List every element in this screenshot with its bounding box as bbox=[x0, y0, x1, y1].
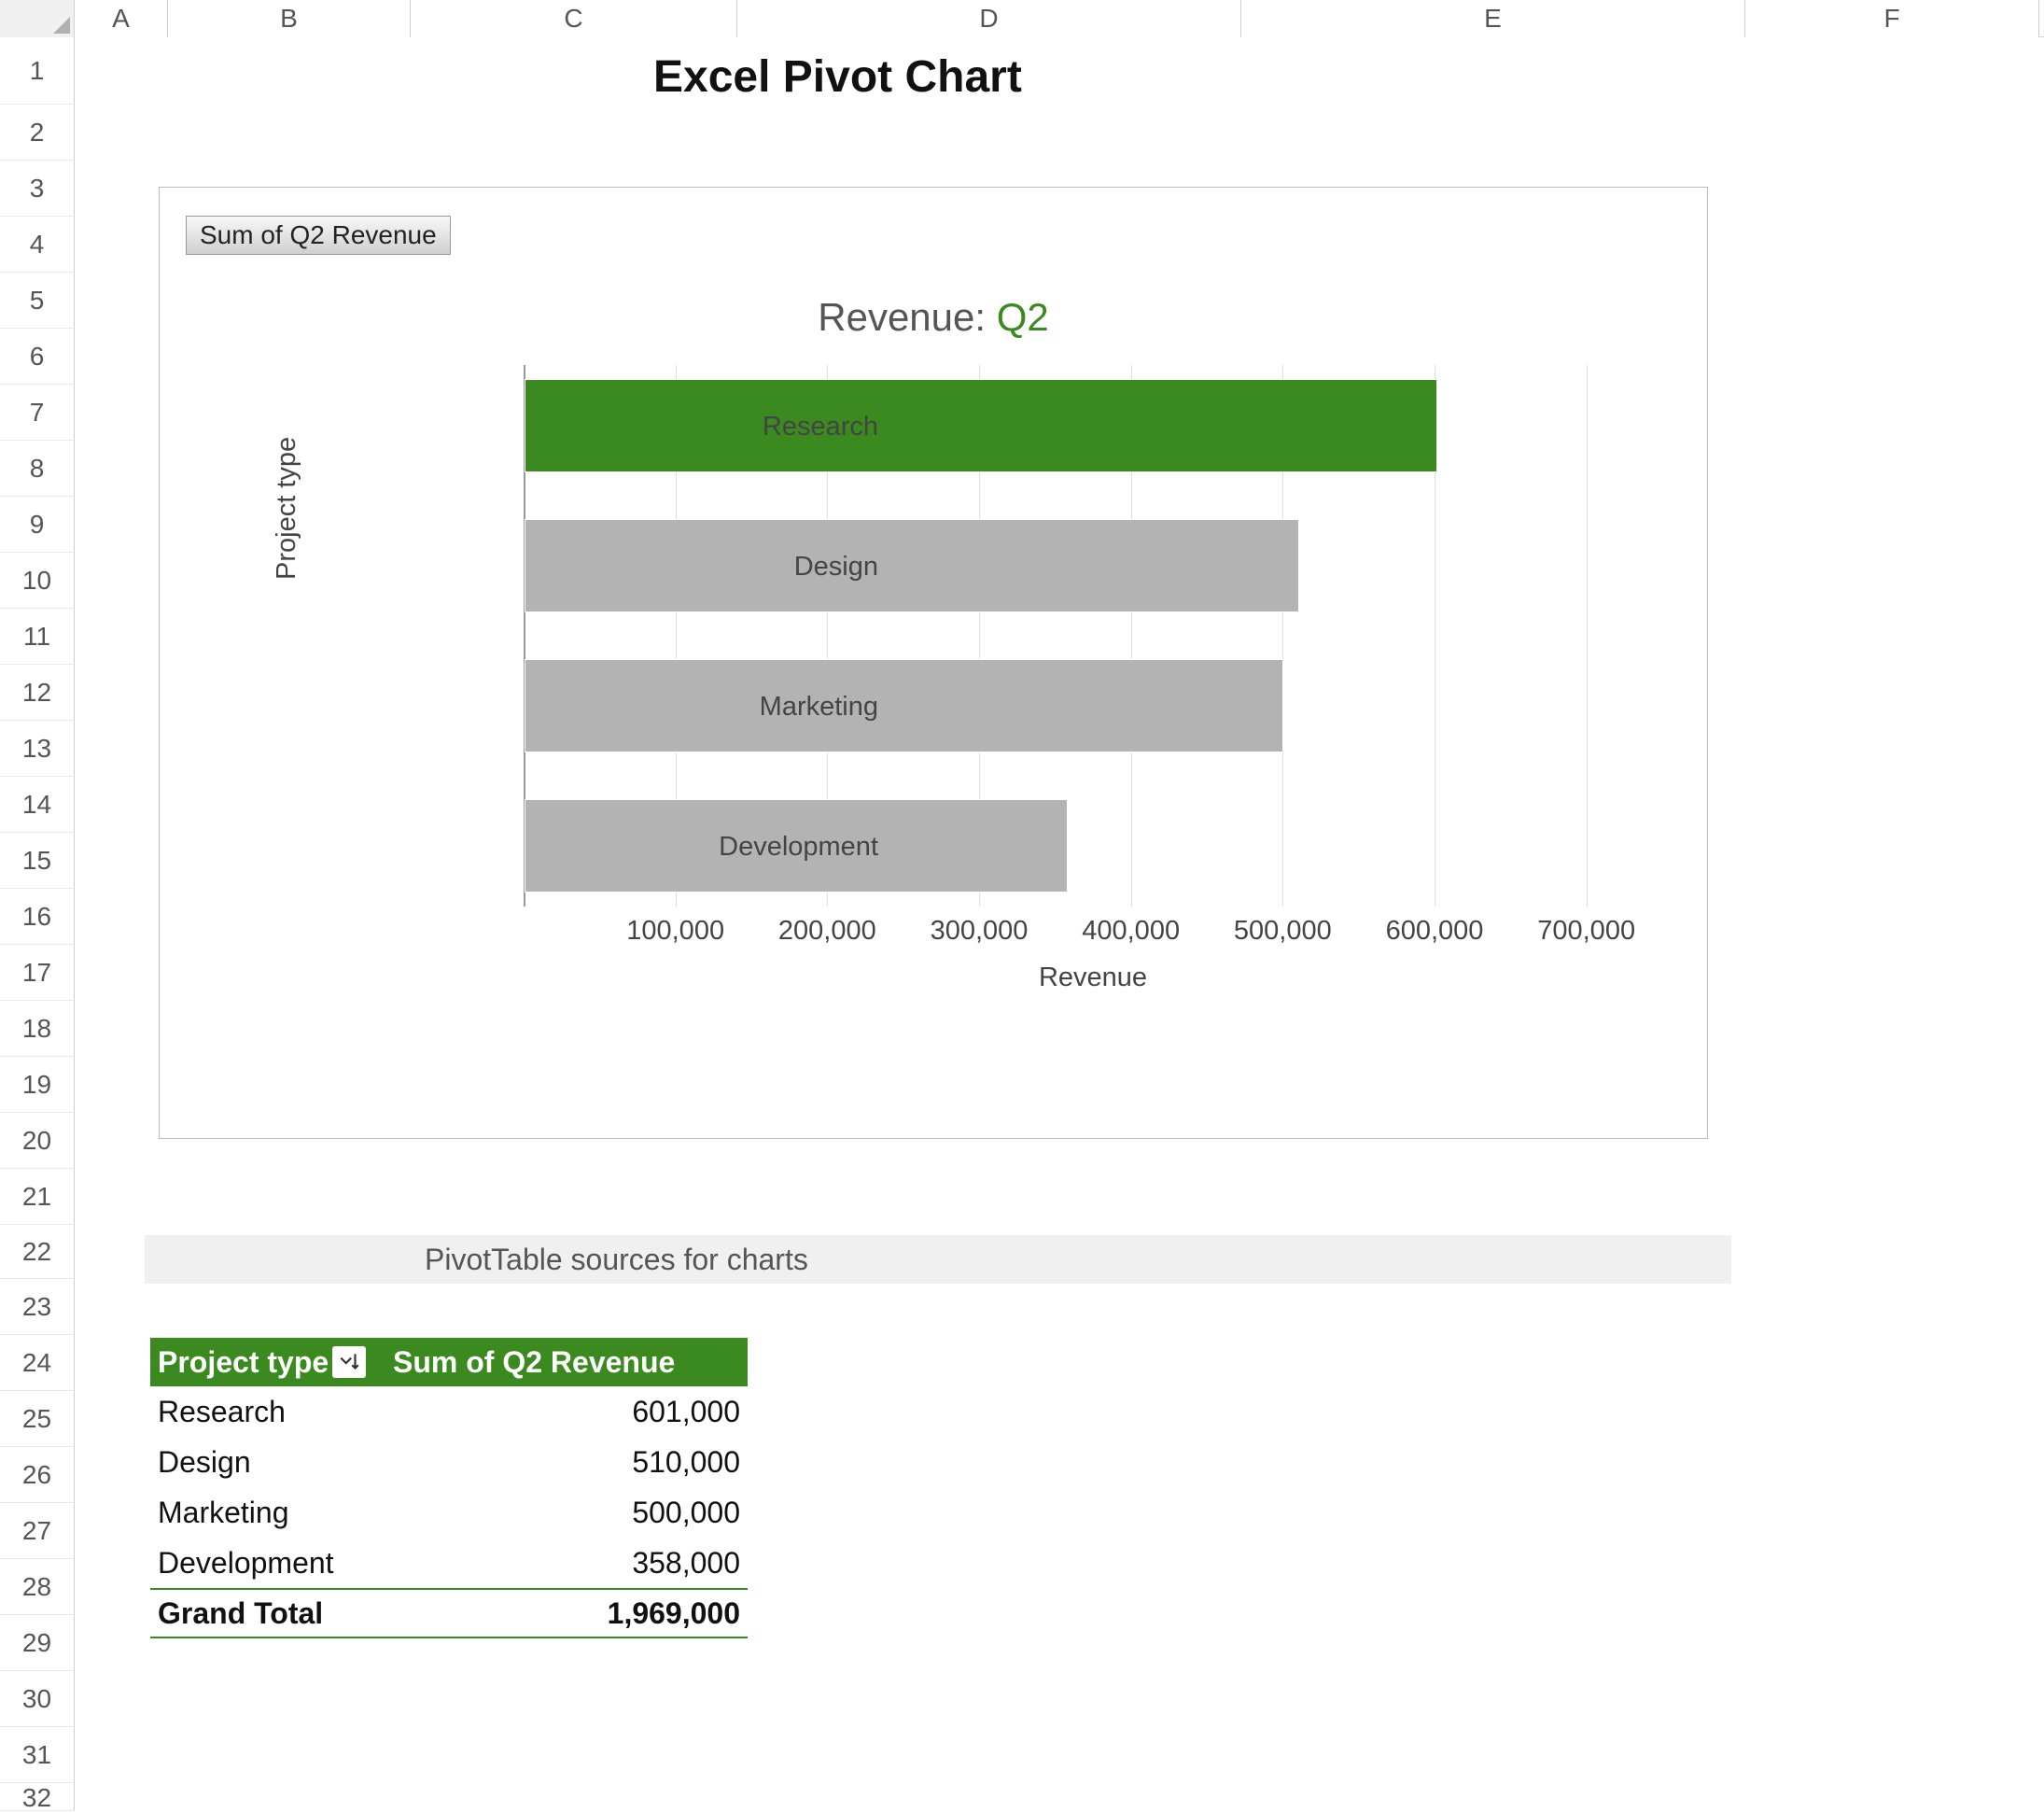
row-header[interactable]: 27 bbox=[0, 1503, 75, 1559]
row-header[interactable]: 9 bbox=[0, 497, 75, 553]
y-category-label: Marketing bbox=[636, 692, 878, 723]
row-header[interactable]: 13 bbox=[0, 721, 75, 777]
row-header[interactable]: 8 bbox=[0, 441, 75, 497]
chart-title-prefix: Revenue: bbox=[818, 295, 996, 339]
row-header[interactable]: 16 bbox=[0, 889, 75, 945]
grid-line bbox=[1587, 365, 1588, 906]
row-header[interactable]: 4 bbox=[0, 217, 75, 273]
x-tick-label: 300,000 bbox=[931, 916, 1029, 947]
pivot-data-row[interactable]: Design510,000 bbox=[150, 1437, 748, 1487]
filter-dropdown-button[interactable] bbox=[332, 1346, 366, 1378]
pivot-cell-value: 358,000 bbox=[393, 1546, 748, 1581]
pivot-header-row: Project type Sum of Q2 Revenue bbox=[150, 1338, 748, 1386]
y-category-label: Development bbox=[636, 832, 878, 863]
pivot-header-a-label: Project type bbox=[158, 1345, 329, 1380]
x-tick-label: 200,000 bbox=[778, 916, 876, 947]
row-header[interactable]: 5 bbox=[0, 273, 75, 329]
x-tick-label: 400,000 bbox=[1082, 916, 1180, 947]
row-header[interactable]: 2 bbox=[0, 105, 75, 161]
x-axis-title: Revenue bbox=[524, 963, 1662, 993]
pivot-cell-value: 510,000 bbox=[393, 1445, 748, 1480]
row-header[interactable]: 19 bbox=[0, 1057, 75, 1113]
pivot-data-row[interactable]: Research601,000 bbox=[150, 1386, 748, 1437]
pivot-data-row[interactable]: Marketing500,000 bbox=[150, 1487, 748, 1538]
sort-arrow-icon bbox=[337, 1350, 361, 1374]
plot-area: Revenue 100,000200,000300,000400,000500,… bbox=[524, 365, 1662, 981]
pivot-data-row[interactable]: Development358,000 bbox=[150, 1538, 748, 1588]
row-header[interactable]: 3 bbox=[0, 161, 75, 217]
chart-title-highlight: Q2 bbox=[997, 295, 1049, 339]
pivot-cell-label: Marketing bbox=[150, 1496, 393, 1530]
row-header[interactable]: 30 bbox=[0, 1671, 75, 1727]
row-header[interactable]: 29 bbox=[0, 1615, 75, 1671]
pivot-cell-label: Research bbox=[150, 1395, 393, 1429]
select-all-cell[interactable] bbox=[0, 0, 75, 37]
row-header[interactable]: 28 bbox=[0, 1559, 75, 1615]
grand-total-label: Grand Total bbox=[150, 1596, 393, 1631]
row-header[interactable]: 26 bbox=[0, 1447, 75, 1503]
row-header[interactable]: 24 bbox=[0, 1335, 75, 1391]
pivot-header-project-type[interactable]: Project type bbox=[150, 1345, 393, 1380]
worksheet-area[interactable]: Excel Pivot Chart Sum of Q2 Revenue Reve… bbox=[75, 37, 2044, 1792]
x-tick-label: 600,000 bbox=[1386, 916, 1484, 947]
x-tick-label: 500,000 bbox=[1234, 916, 1332, 947]
pivot-cell-value: 500,000 bbox=[393, 1496, 748, 1530]
chart-field-badge[interactable]: Sum of Q2 Revenue bbox=[186, 216, 451, 255]
pivot-cell-label: Development bbox=[150, 1546, 393, 1581]
row-header-column: 1234567891011121314151617181920212223242… bbox=[0, 37, 75, 1811]
row-header[interactable]: 17 bbox=[0, 945, 75, 1001]
pivot-banner: PivotTable sources for charts bbox=[145, 1235, 1731, 1284]
y-axis-title: Project type bbox=[272, 437, 302, 580]
x-tick-label: 700,000 bbox=[1537, 916, 1635, 947]
chart-title: Revenue: Q2 bbox=[160, 295, 1707, 340]
row-header[interactable]: 25 bbox=[0, 1391, 75, 1447]
row-header[interactable]: 15 bbox=[0, 833, 75, 889]
pivot-table[interactable]: Project type Sum of Q2 Revenue Research6… bbox=[150, 1338, 748, 1638]
pivot-cell-value: 601,000 bbox=[393, 1395, 748, 1429]
row-header[interactable]: 12 bbox=[0, 665, 75, 721]
row-header[interactable]: 20 bbox=[0, 1113, 75, 1169]
row-header[interactable]: 6 bbox=[0, 329, 75, 385]
col-header-c[interactable]: C bbox=[411, 0, 737, 37]
row-header[interactable]: 32 bbox=[0, 1783, 75, 1811]
row-header[interactable]: 18 bbox=[0, 1001, 75, 1057]
row-header[interactable]: 7 bbox=[0, 385, 75, 441]
pivot-chart[interactable]: Sum of Q2 Revenue Revenue: Q2 Project ty… bbox=[159, 187, 1708, 1139]
grand-total-value: 1,969,000 bbox=[393, 1596, 748, 1631]
select-all-triangle-icon bbox=[53, 17, 70, 34]
col-header-e[interactable]: E bbox=[1241, 0, 1745, 37]
row-header[interactable]: 14 bbox=[0, 777, 75, 833]
row-header[interactable]: 23 bbox=[0, 1279, 75, 1335]
row-header[interactable]: 31 bbox=[0, 1727, 75, 1783]
row-header[interactable]: 21 bbox=[0, 1169, 75, 1225]
y-category-label: Research bbox=[636, 412, 878, 443]
col-header-f[interactable]: F bbox=[1745, 0, 2039, 37]
pivot-cell-label: Design bbox=[150, 1445, 393, 1480]
col-header-d[interactable]: D bbox=[737, 0, 1241, 37]
pivot-grand-total-row[interactable]: Grand Total 1,969,000 bbox=[150, 1588, 748, 1638]
col-header-a[interactable]: A bbox=[75, 0, 168, 37]
column-header-row: A B C D E F bbox=[0, 0, 2044, 37]
y-category-label: Design bbox=[636, 552, 878, 583]
row-header[interactable]: 22 bbox=[0, 1225, 75, 1279]
x-tick-label: 100,000 bbox=[626, 916, 724, 947]
pivot-header-sum[interactable]: Sum of Q2 Revenue bbox=[393, 1345, 748, 1380]
page-title: Excel Pivot Chart bbox=[653, 51, 1022, 103]
col-header-b[interactable]: B bbox=[168, 0, 411, 37]
row-header[interactable]: 1 bbox=[0, 37, 75, 105]
row-header[interactable]: 10 bbox=[0, 553, 75, 609]
row-header[interactable]: 11 bbox=[0, 609, 75, 665]
